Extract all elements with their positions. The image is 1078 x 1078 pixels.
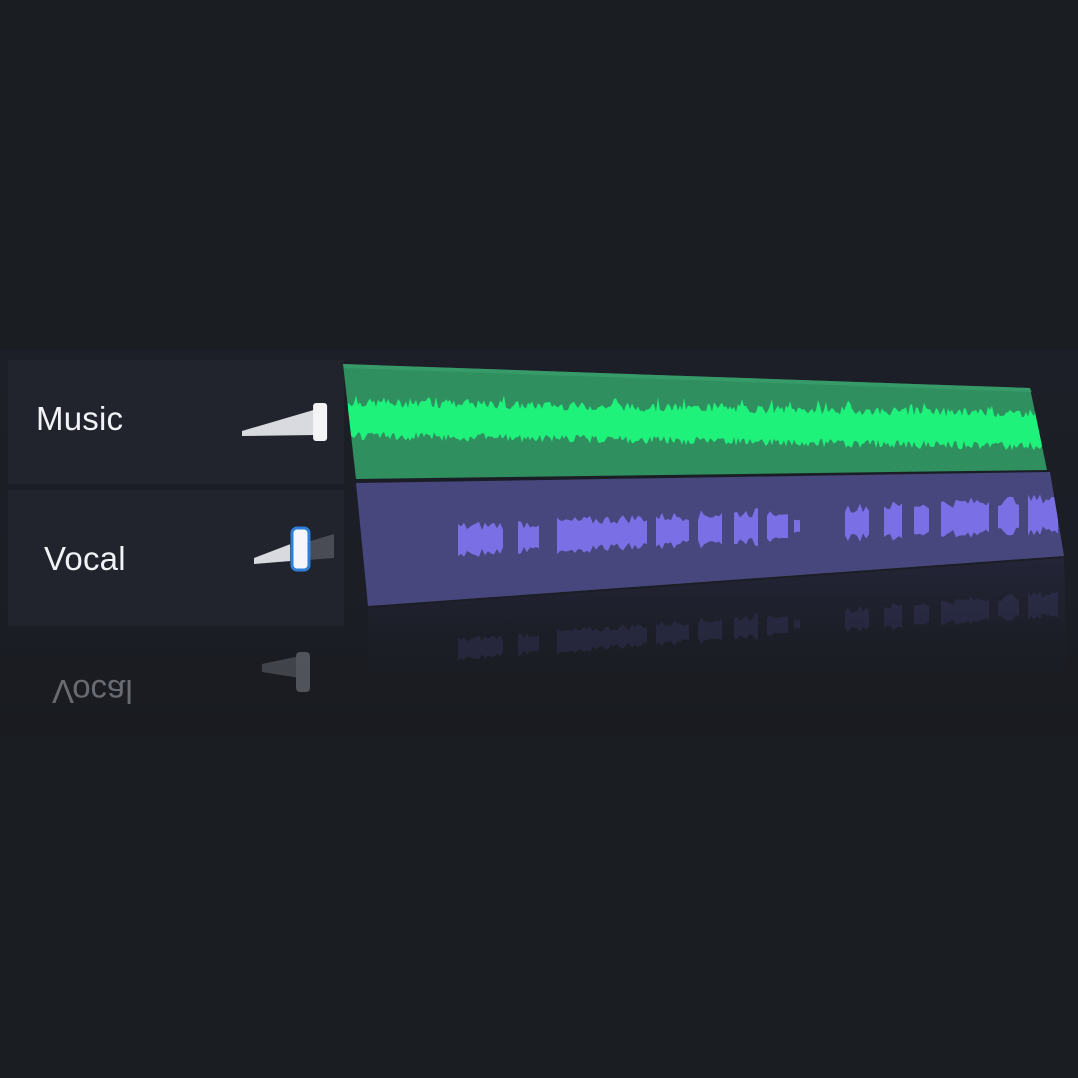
volume-slider-vocal[interactable] bbox=[254, 526, 334, 572]
volume-knob-vocal[interactable] bbox=[290, 526, 311, 572]
reflected-knob bbox=[296, 652, 310, 692]
volume-wedge-vocal bbox=[254, 544, 290, 564]
volume-slider-music[interactable] bbox=[242, 403, 328, 441]
clip-music[interactable] bbox=[343, 364, 1047, 479]
mixer-stage: Music Vocal Vocal bbox=[0, 0, 1078, 1078]
timeline-canvas bbox=[242, 364, 1068, 700]
reflected-wedge bbox=[262, 656, 300, 678]
volume-slider-reflection bbox=[262, 652, 310, 692]
volume-knob-music[interactable] bbox=[313, 403, 328, 441]
volume-wedge-music bbox=[242, 409, 317, 436]
